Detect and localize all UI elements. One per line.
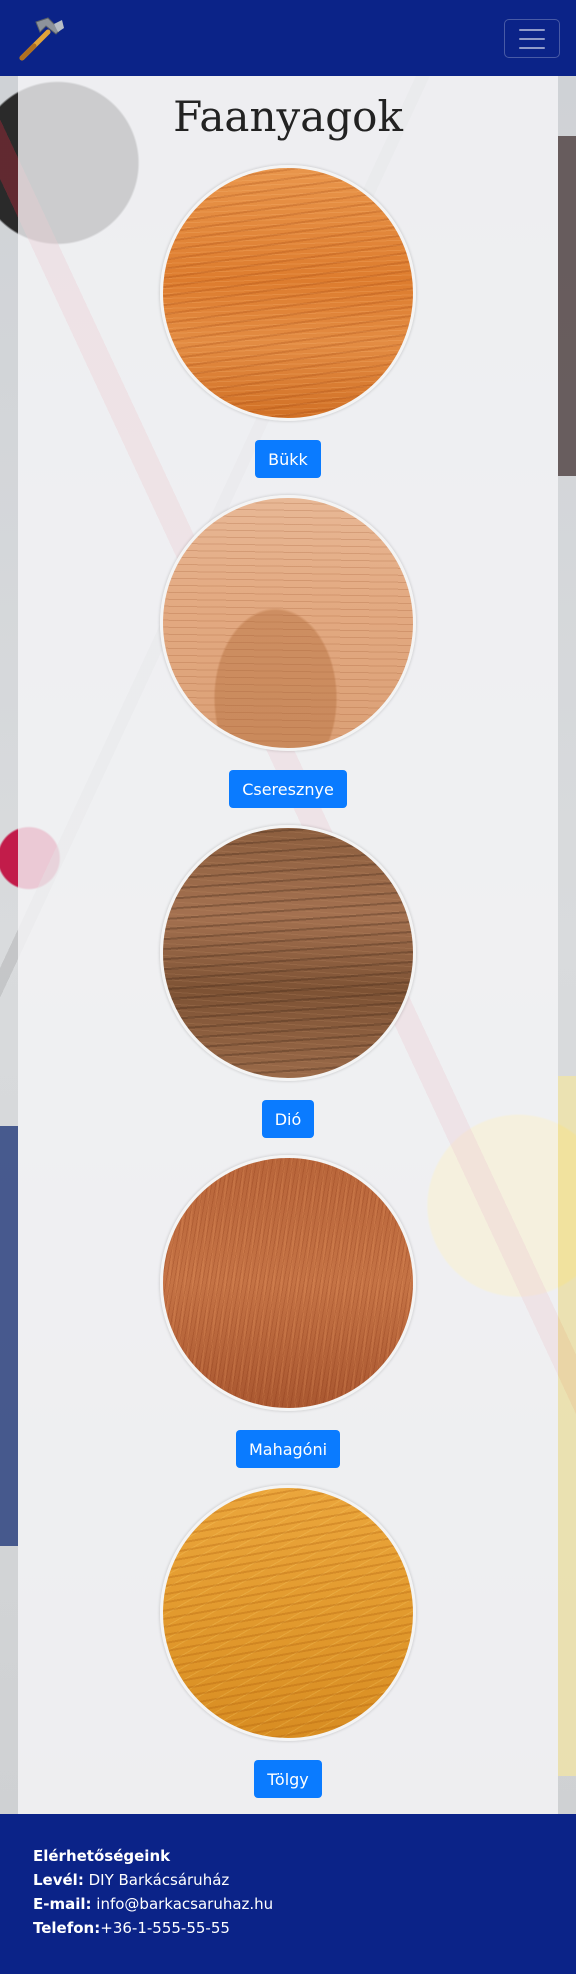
wood-image-cseresznye — [160, 495, 416, 751]
background-decoration — [558, 136, 576, 476]
wood-button-bukk[interactable]: Bükk — [255, 440, 321, 478]
hammer-icon[interactable] — [14, 12, 66, 64]
wood-button-cseresznye[interactable]: Cseresznye — [229, 770, 347, 808]
wood-button-mahagoni[interactable]: Mahagóni — [235, 1430, 341, 1468]
footer-email-label: E-mail: — [33, 1895, 92, 1913]
footer: Elérhetőségeink Levél: DIY Barkácsáruház… — [0, 1814, 576, 1974]
main-content: Faanyagok Bükk Cseresznye Dió Mahagóni T… — [18, 76, 558, 1814]
footer-heading: Elérhetőségeink — [33, 1847, 171, 1865]
footer-email: E-mail: info@barkacsaruhaz.hu — [33, 1892, 576, 1916]
page-title: Faanyagok — [173, 92, 403, 141]
wood-image-bukk — [160, 165, 416, 421]
background-decoration — [0, 1126, 18, 1546]
background-decoration — [558, 1076, 576, 1776]
footer-email-value: info@barkacsaruhaz.hu — [91, 1895, 274, 1913]
footer-phone: Telefon:+36-1-555-55-55 — [33, 1916, 576, 1940]
wood-button-tolgy[interactable]: Tölgy — [254, 1760, 322, 1798]
footer-mail: Levél: DIY Barkácsáruház — [33, 1868, 576, 1892]
footer-phone-label: Telefon: — [33, 1919, 101, 1937]
footer-mail-label: Levél: — [33, 1871, 84, 1889]
footer-phone-value: +36-1-555-55-55 — [100, 1919, 230, 1937]
footer-mail-value: DIY Barkácsáruház — [83, 1871, 230, 1889]
hamburger-menu-icon[interactable] — [504, 19, 560, 58]
wood-image-mahagoni — [160, 1155, 416, 1411]
wood-image-tolgy — [160, 1485, 416, 1741]
wood-button-dio[interactable]: Dió — [261, 1100, 315, 1138]
navbar — [0, 0, 576, 76]
wood-image-dio — [160, 825, 416, 1081]
